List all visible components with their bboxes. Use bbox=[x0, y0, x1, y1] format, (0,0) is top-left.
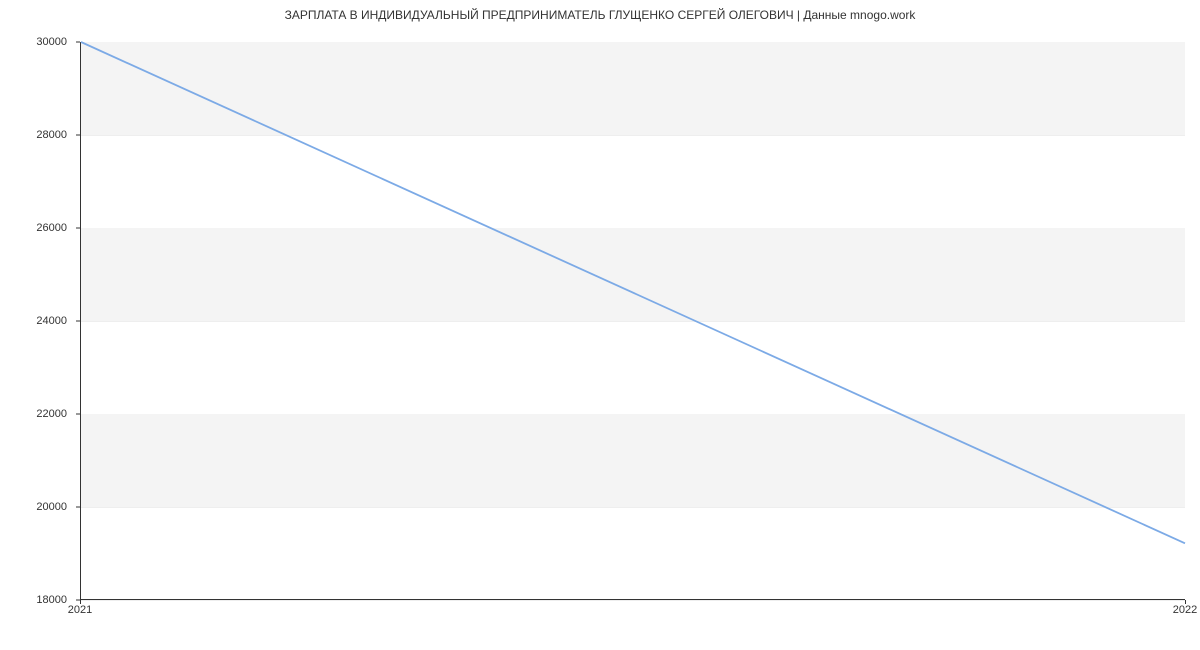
y-axis: 18000200002200024000260002800030000 bbox=[0, 42, 75, 600]
y-tick-mark bbox=[76, 507, 80, 508]
y-tick-label: 20000 bbox=[36, 501, 67, 513]
y-tick-mark bbox=[76, 42, 80, 43]
y-tick-label: 30000 bbox=[36, 36, 67, 48]
x-axis: 20212022 bbox=[80, 604, 1185, 624]
y-tick-label: 28000 bbox=[36, 129, 67, 141]
y-tick-mark bbox=[76, 228, 80, 229]
y-tick-mark bbox=[76, 321, 80, 322]
chart-title: ЗАРПЛАТА В ИНДИВИДУАЛЬНЫЙ ПРЕДПРИНИМАТЕЛ… bbox=[0, 0, 1200, 22]
y-tick-mark bbox=[76, 135, 80, 136]
y-tick-label: 22000 bbox=[36, 408, 67, 420]
x-tick-mark bbox=[1185, 600, 1186, 604]
x-tick-label: 2021 bbox=[68, 604, 92, 616]
y-tick-mark bbox=[76, 414, 80, 415]
gridline bbox=[81, 600, 1185, 601]
x-tick-label: 2022 bbox=[1173, 604, 1197, 616]
y-tick-label: 26000 bbox=[36, 222, 67, 234]
y-tick-label: 24000 bbox=[36, 315, 67, 327]
y-tick-label: 18000 bbox=[36, 594, 67, 606]
chart-plot-area bbox=[80, 42, 1185, 600]
data-line bbox=[81, 42, 1185, 543]
x-tick-mark bbox=[80, 600, 81, 604]
